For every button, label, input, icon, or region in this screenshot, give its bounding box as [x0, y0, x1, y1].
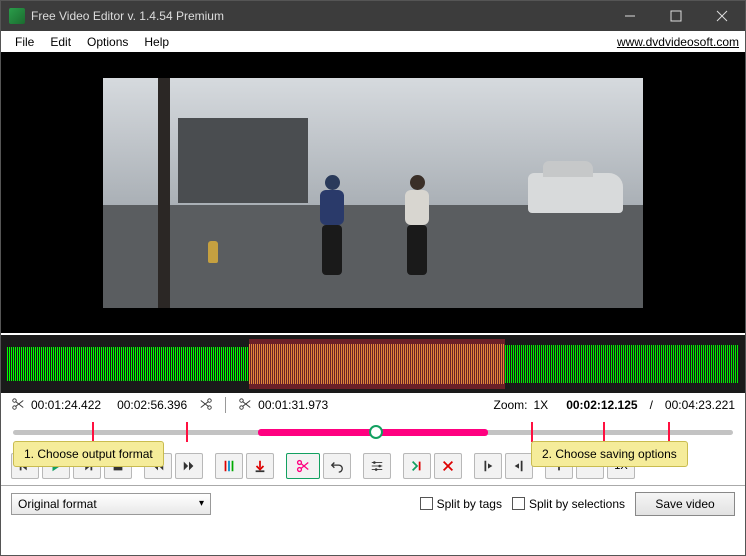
split-by-selections-checkbox[interactable]: Split by selections — [512, 497, 625, 511]
skip-forward-button[interactable] — [175, 453, 203, 479]
current-time: 00:02:12.125 — [566, 398, 637, 412]
checkbox-icon — [420, 497, 433, 510]
menu-bar: File Edit Options Help www.dvdvideosoft.… — [1, 31, 745, 53]
settings-button[interactable] — [363, 453, 391, 479]
save-video-button[interactable]: Save video — [635, 492, 735, 516]
add-marker-button[interactable] — [215, 453, 243, 479]
selection-duration: 00:01:31.973 — [258, 398, 328, 412]
split-by-tags-label: Split by tags — [437, 497, 502, 511]
timecode-bar: 00:01:24.422 00:02:56.396 00:01:31.973 Z… — [1, 393, 745, 417]
menu-help[interactable]: Help — [136, 33, 177, 51]
window-title: Free Video Editor v. 1.4.54 Premium — [31, 9, 607, 23]
selection-end-time: 00:02:56.396 — [117, 398, 187, 412]
video-preview-area — [1, 53, 745, 333]
toolbar: 1. Choose output format 2. Choose saving… — [1, 447, 745, 485]
undo-button[interactable] — [323, 453, 351, 479]
scissors-open-icon — [11, 397, 25, 414]
bottom-bar: Original format Split by tags Split by s… — [1, 485, 745, 521]
menu-options[interactable]: Options — [79, 33, 136, 51]
title-bar: Free Video Editor v. 1.4.54 Premium — [1, 1, 745, 31]
menu-file[interactable]: File — [7, 33, 42, 51]
video-frame[interactable] — [103, 78, 643, 308]
set-out-button[interactable] — [505, 453, 533, 479]
zoom-label: Zoom: — [493, 398, 527, 412]
trim-in-button[interactable] — [403, 453, 431, 479]
zoom-value: 1X — [534, 398, 549, 412]
waveform-panel[interactable] — [1, 335, 745, 393]
app-icon — [9, 8, 25, 24]
website-link[interactable]: www.dvdvideosoft.com — [617, 35, 739, 49]
split-by-selections-label: Split by selections — [529, 497, 625, 511]
delete-selection-button[interactable] — [434, 453, 462, 479]
close-button[interactable] — [699, 1, 745, 31]
time-separator: / — [650, 398, 653, 412]
callout-saving-options: 2. Choose saving options — [531, 441, 688, 467]
output-format-value: Original format — [18, 497, 97, 511]
cut-selection-button[interactable] — [286, 453, 320, 479]
output-format-dropdown[interactable]: Original format — [11, 493, 211, 515]
split-by-tags-checkbox[interactable]: Split by tags — [420, 497, 502, 511]
menu-edit[interactable]: Edit — [42, 33, 79, 51]
checkbox-icon — [512, 497, 525, 510]
maximize-button[interactable] — [653, 1, 699, 31]
download-marker-button[interactable] — [246, 453, 274, 479]
scissors-icon — [238, 397, 252, 414]
minimize-button[interactable] — [607, 1, 653, 31]
set-in-button[interactable] — [474, 453, 502, 479]
selection-start-time: 00:01:24.422 — [31, 398, 101, 412]
total-time: 00:04:23.221 — [665, 398, 735, 412]
callout-output-format: 1. Choose output format — [13, 441, 164, 467]
scissors-close-icon — [199, 397, 213, 414]
save-video-label: Save video — [655, 497, 714, 511]
